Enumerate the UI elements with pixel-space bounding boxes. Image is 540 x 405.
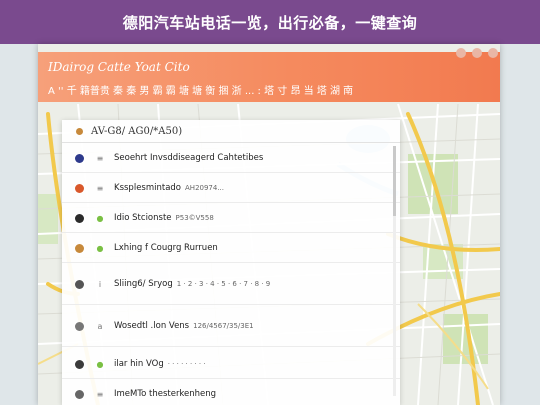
station-phone[interactable]: 126/4567/35/3E1 — [193, 322, 254, 330]
station-pin-icon — [75, 153, 84, 163]
status-dot-icon: ● — [96, 213, 104, 223]
station-phone[interactable]: 1 · 2 · 3 · 4 · 5 · 6 · 7 · 8 · 9 — [177, 280, 271, 288]
station-row[interactable]: ≡ Kssplesmintado AH20974... — [62, 174, 400, 203]
station-phone[interactable]: AH20974... — [185, 184, 224, 192]
status-dot-icon: ● — [96, 359, 104, 369]
station-name: Kssplesmintado — [114, 183, 182, 193]
station-pin-icon — [75, 213, 84, 223]
station-row[interactable]: a Wosedtl .lon Vens 126/4567/35/3E1 — [62, 306, 400, 347]
station-name: Wosedtl .lon Vens — [114, 321, 190, 331]
station-pin-icon — [75, 359, 84, 369]
station-phone[interactable]: · · · · · · · · · — [168, 360, 206, 368]
station-row[interactable]: ● ilar hin VOg · · · · · · · · · — [62, 350, 400, 379]
station-name: ilar hin VOg — [114, 359, 164, 369]
station-name: Idio Stcionste — [114, 213, 172, 223]
station-row[interactable]: ● Idio Stcionste P53©V558 — [62, 204, 400, 233]
info-icon: a — [97, 321, 103, 331]
scrollbar[interactable] — [393, 146, 396, 396]
list-icon: ≡ — [96, 153, 104, 163]
panel-header: AV-G8/ AG0/*A50) — [62, 120, 400, 143]
station-row[interactable]: ≡ ImeMTo thesterkenheng — [62, 380, 400, 405]
close-button[interactable] — [488, 48, 498, 58]
app-subtitle: A '' 千 籍普贵 秦 秦 男 霸 霸 塘 塘 衡 捆 浙 ... : 塔 寸… — [48, 86, 354, 97]
minimize-button[interactable] — [456, 48, 466, 58]
list-icon: ≡ — [96, 389, 104, 399]
station-pin-icon — [75, 389, 84, 399]
station-pin-icon — [75, 243, 84, 253]
app-header: IDairog Catte Yoat Cito A '' 千 籍普贵 秦 秦 男… — [38, 48, 500, 102]
maximize-button[interactable] — [472, 48, 482, 58]
banner-title: 德阳汽车站电话一览，出行必备，一键查询 — [0, 0, 540, 44]
scrollbar-thumb[interactable] — [393, 146, 396, 216]
station-name: Seoehrt Invsddiseagerd Cahtetibes — [114, 153, 264, 163]
station-name: ImeMTo thesterkenheng — [114, 389, 217, 399]
bus-icon — [76, 127, 83, 135]
station-name: Lxhing f Cougrg Rurruen — [114, 243, 218, 253]
station-row[interactable]: i Sliing6/ Sryog 1 · 2 · 3 · 4 · 5 · 6 ·… — [62, 264, 400, 305]
app-title: IDairog Catte Yoat Cito — [48, 60, 190, 74]
station-row[interactable]: ≡ Seoehrt Invsddiseagerd Cahtetibes — [62, 144, 400, 173]
station-list-panel: AV-G8/ AG0/*A50) ≡ Seoehrt Invsddiseager… — [62, 120, 400, 405]
station-row[interactable]: ● Lxhing f Cougrg Rurruen — [62, 234, 400, 263]
info-icon: i — [98, 279, 102, 289]
app-screen: IDairog Catte Yoat Cito A '' 千 籍普贵 秦 秦 男… — [38, 44, 500, 405]
panel-title: AV-G8/ AG0/*A50) — [91, 125, 183, 137]
list-icon: ≡ — [96, 183, 104, 193]
station-name: Sliing6/ Sryog — [114, 279, 173, 289]
station-pin-icon — [75, 183, 84, 193]
station-phone[interactable]: P53©V558 — [176, 214, 214, 222]
status-dot-icon: ● — [96, 243, 104, 253]
station-pin-icon — [75, 279, 84, 289]
station-pin-icon — [75, 321, 84, 331]
